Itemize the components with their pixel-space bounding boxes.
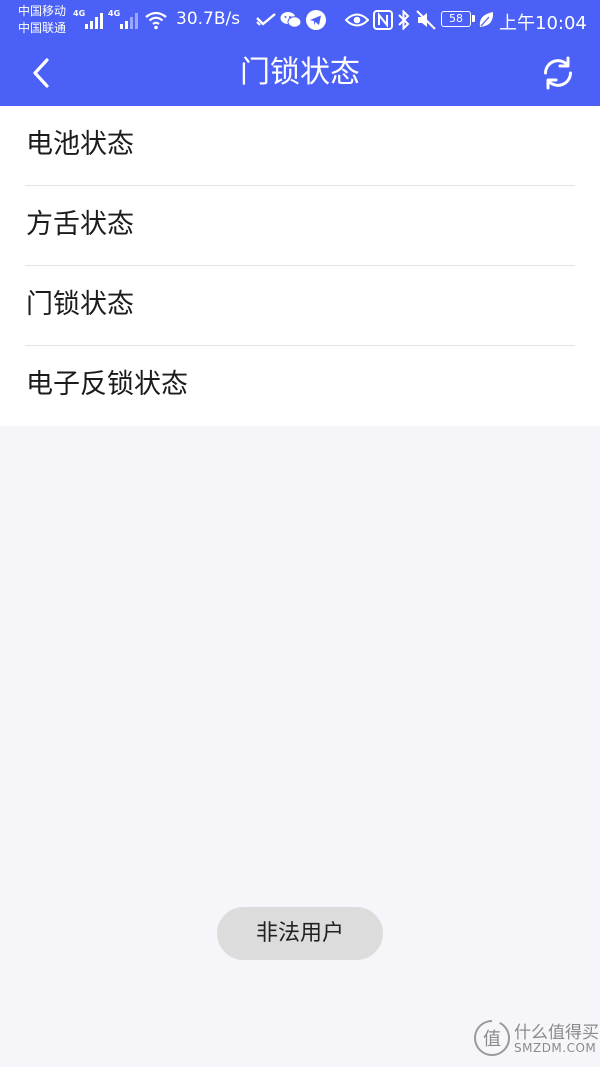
battery-icon: 58 (441, 11, 475, 27)
logo-glyph: 值 (483, 1029, 501, 1050)
menu-item-battery-status[interactable]: 电池状态 (25, 106, 575, 186)
network-type-1: 4G (73, 9, 86, 18)
wechat-icon (280, 12, 302, 28)
bluetooth-icon (398, 10, 410, 30)
check-icon (256, 13, 276, 26)
app-bar: 门锁状态 (0, 40, 600, 106)
menu-item-deadbolt-status[interactable]: 方舌状态 (25, 186, 575, 266)
toast-message: 非法用户 (217, 907, 383, 960)
page-title: 门锁状态 (240, 55, 360, 90)
carrier-labels: 中国移动 中国联通 (18, 3, 66, 37)
menu-item-label: 门锁状态 (26, 289, 134, 320)
carrier-1: 中国移动 (18, 4, 67, 18)
wifi-icon (145, 11, 167, 30)
clock: 上午10:04 (499, 13, 587, 34)
signal-icon (85, 13, 103, 29)
carrier-2: 中国联通 (18, 21, 67, 35)
mute-icon (416, 10, 436, 30)
menu-item-label: 电池状态 (26, 129, 134, 160)
signal-icon (120, 13, 138, 29)
status-menu: 电池状态 方舌状态 门锁状态 电子反锁状态 (0, 106, 600, 426)
watermark: 值 什么值得买 SMZDM.COM (472, 1016, 599, 1060)
menu-item-electronic-antilock-status[interactable]: 电子反锁状态 (25, 346, 575, 426)
menu-item-lock-status[interactable]: 门锁状态 (25, 266, 575, 346)
menu-item-label: 电子反锁状态 (26, 369, 188, 400)
refresh-icon (544, 56, 572, 90)
watermark-domain: SMZDM.COM (514, 1041, 597, 1055)
telegram-icon (306, 10, 326, 30)
smzdm-logo-icon: 值 (474, 1020, 510, 1056)
menu-item-label: 方舌状态 (26, 209, 134, 240)
eye-icon (345, 13, 369, 27)
status-bar: 中国移动 中国联通 4G 4G 30.7B/s 58 上午10:04 (0, 0, 600, 40)
leaf-icon (479, 12, 494, 27)
net-speed: 30.7B/s (176, 9, 241, 29)
nfc-icon (373, 10, 393, 30)
watermark-name: 什么值得买 (514, 1023, 599, 1043)
refresh-button[interactable] (538, 53, 578, 93)
network-type-2: 4G (108, 9, 121, 18)
